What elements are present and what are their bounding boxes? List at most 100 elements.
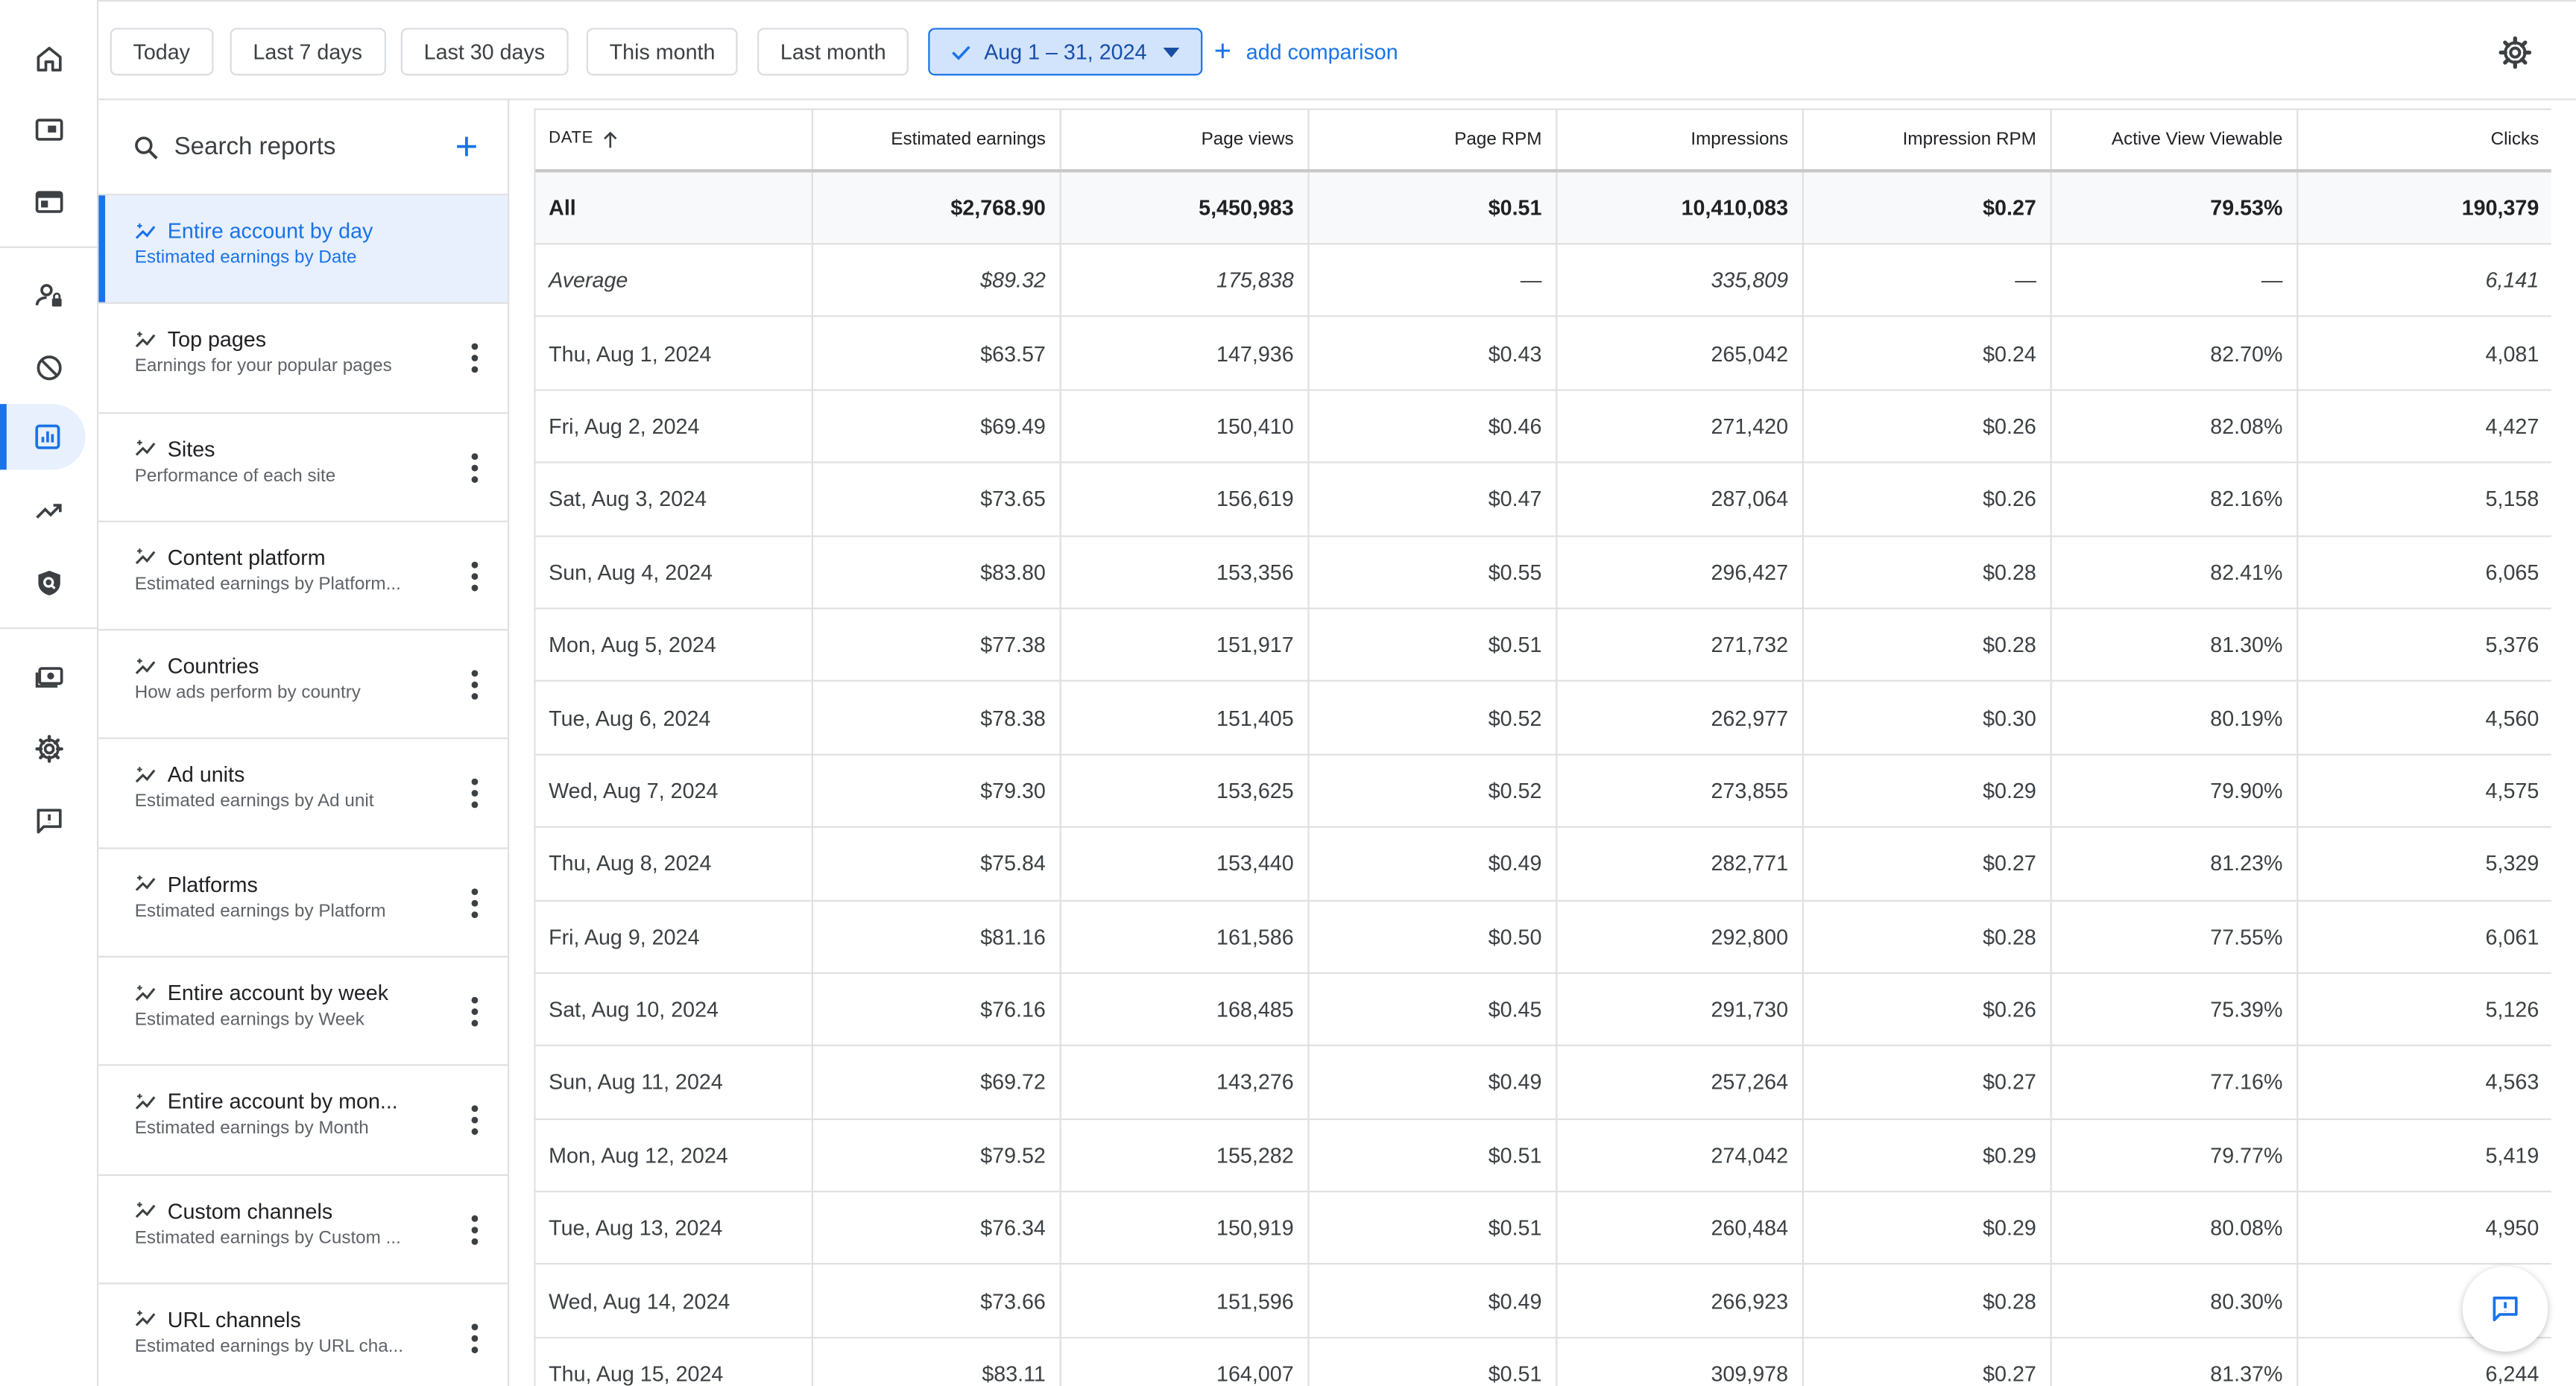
sparkle-chart-icon bbox=[135, 658, 156, 674]
table-cell: 4,563 bbox=[2296, 1045, 2551, 1120]
table-row: Wed, Aug 14, 2024 $73.66 151,596 $0.49 266,9… bbox=[535, 1265, 2551, 1338]
more-vert-icon[interactable] bbox=[471, 997, 479, 1027]
more-vert-icon[interactable] bbox=[471, 452, 479, 483]
more-vert-icon[interactable] bbox=[471, 1215, 479, 1244]
chip-last-7-days[interactable]: Last 7 days bbox=[230, 28, 385, 76]
sites-icon[interactable] bbox=[13, 169, 86, 235]
blocking-controls-icon[interactable] bbox=[13, 335, 86, 401]
optimization-icon[interactable] bbox=[13, 478, 86, 543]
table-cell: 190,379 bbox=[2296, 170, 2551, 245]
report-item[interactable]: Content platform Estimated earnings by Pl… bbox=[98, 522, 508, 631]
search-reports-row[interactable]: Search reports + bbox=[98, 100, 508, 196]
more-vert-icon[interactable] bbox=[471, 887, 479, 918]
privacy-messaging-icon[interactable] bbox=[13, 263, 86, 329]
sparkle-chart-icon bbox=[135, 1311, 156, 1327]
column-header[interactable]: Page views bbox=[1059, 108, 1309, 172]
add-report-plus-icon[interactable]: + bbox=[455, 124, 478, 170]
chip-today[interactable]: Today bbox=[110, 28, 213, 76]
report-item[interactable]: Top pages Earnings for your popular pages bbox=[98, 304, 508, 414]
more-vert-icon[interactable] bbox=[471, 561, 479, 592]
totals-row: All $2,768.90 5,450,983 $0.51 10,410,083 $0.2… bbox=[535, 170, 2551, 245]
date-range-dropdown[interactable]: Aug 1 – 31, 2024 bbox=[928, 28, 1203, 76]
more-vert-icon[interactable] bbox=[471, 1106, 479, 1136]
report-item[interactable]: URL channels Estimated earnings by URL ch… bbox=[98, 1284, 508, 1386]
table-cell: All bbox=[535, 170, 812, 245]
report-item[interactable]: Entire account by mon... Estimated earnin… bbox=[98, 1066, 508, 1176]
report-item[interactable]: Entire account by day Estimated earnings … bbox=[98, 195, 508, 305]
table-cell: Average bbox=[535, 244, 812, 318]
table-row: Wed, Aug 7, 2024 $79.30 153,625 $0.52 273,85… bbox=[535, 754, 2551, 829]
table-row: Tue, Aug 13, 2024 $76.34 150,919 $0.51 260,4… bbox=[535, 1192, 2551, 1266]
table-row: Fri, Aug 2, 2024 $69.49 150,410 $0.46 271,42… bbox=[535, 389, 2551, 463]
column-header[interactable]: Active View Viewable bbox=[2050, 108, 2298, 172]
more-vert-icon[interactable] bbox=[471, 344, 479, 373]
table-cell: 153,440 bbox=[1059, 826, 1309, 901]
table-cell: $0.50 bbox=[1307, 899, 1557, 974]
table-cell: $0.24 bbox=[1802, 317, 2051, 391]
check-icon bbox=[952, 45, 970, 60]
chip-last-month[interactable]: Last month bbox=[757, 28, 909, 76]
feedback-fab[interactable] bbox=[2462, 1266, 2548, 1352]
report-item[interactable]: Entire account by week Estimated earnings… bbox=[98, 958, 508, 1067]
table-cell: 147,936 bbox=[1059, 317, 1309, 391]
table-header-row: DATE Estimated earnings Page views Page RPM… bbox=[535, 108, 2551, 172]
chip-this-month[interactable]: This month bbox=[586, 28, 739, 76]
report-item[interactable]: Sites Performance of each site bbox=[98, 414, 508, 522]
report-item-title: Countries bbox=[167, 654, 259, 679]
more-vert-icon[interactable] bbox=[471, 779, 479, 809]
report-item[interactable]: Ad units Estimated earnings by Ad unit bbox=[98, 740, 508, 849]
column-header[interactable]: Impressions bbox=[1556, 108, 1803, 172]
table-cell: 5,126 bbox=[2296, 972, 2551, 1047]
table-row: Sat, Aug 10, 2024 $76.16 168,485 $0.45 291,7… bbox=[535, 972, 2551, 1047]
chip-last-30-days[interactable]: Last 30 days bbox=[400, 28, 568, 76]
settings-icon[interactable] bbox=[13, 716, 86, 782]
sparkle-chart-icon bbox=[135, 767, 156, 783]
ads-icon[interactable] bbox=[13, 97, 86, 162]
report-item-title-row: Entire account by day bbox=[135, 218, 508, 243]
report-item-title: Top pages bbox=[167, 327, 267, 352]
add-comparison-label: add comparison bbox=[1246, 39, 1398, 64]
report-item[interactable]: Custom channels Estimated earnings by Cus… bbox=[98, 1175, 508, 1285]
table-cell: 153,625 bbox=[1059, 754, 1309, 829]
table-cell: 5,376 bbox=[2296, 608, 2551, 683]
column-header-date[interactable]: DATE bbox=[535, 108, 812, 172]
more-vert-icon[interactable] bbox=[471, 1323, 479, 1354]
sort-ascending-arrow-icon bbox=[604, 130, 617, 148]
report-item[interactable]: Countries How ads perform by country bbox=[98, 631, 508, 740]
more-vert-icon[interactable] bbox=[471, 670, 479, 700]
report-item-subtitle: Estimated earnings by Week bbox=[134, 1010, 364, 1031]
table-cell: $0.43 bbox=[1307, 317, 1557, 391]
brand-safety-icon[interactable] bbox=[13, 550, 86, 616]
table-row: Thu, Aug 15, 2024 $83.11 164,007 $0.51 309,9… bbox=[535, 1337, 2551, 1386]
report-settings-gear-icon[interactable] bbox=[2497, 34, 2533, 70]
column-header[interactable]: Clicks bbox=[2296, 108, 2551, 172]
home-icon[interactable] bbox=[13, 26, 86, 92]
table-cell: 296,427 bbox=[1556, 535, 1803, 610]
table-cell: $0.55 bbox=[1307, 535, 1557, 610]
table-cell: $63.57 bbox=[811, 317, 1061, 391]
column-header[interactable]: Impression RPM bbox=[1802, 108, 2051, 172]
add-comparison-link[interactable]: + add comparison bbox=[1214, 28, 1398, 75]
column-header[interactable]: Estimated earnings bbox=[811, 108, 1061, 172]
report-item-title-row: Custom channels bbox=[135, 1198, 508, 1223]
table-cell: $0.29 bbox=[1802, 1192, 2051, 1266]
table-cell: 151,917 bbox=[1059, 608, 1309, 683]
table-cell: 77.16% bbox=[2050, 1045, 2298, 1120]
table-row: Sun, Aug 11, 2024 $69.72 143,276 $0.49 257,2… bbox=[535, 1045, 2551, 1120]
table-cell: 4,575 bbox=[2296, 754, 2551, 829]
table-cell: $0.52 bbox=[1307, 754, 1557, 829]
reports-icon[interactable] bbox=[0, 404, 86, 470]
table-cell: $73.65 bbox=[811, 462, 1061, 537]
payments-icon[interactable] bbox=[13, 644, 86, 709]
column-header-label: Estimated earnings bbox=[891, 129, 1046, 150]
table-cell: 282,771 bbox=[1556, 826, 1803, 901]
table-cell: $77.38 bbox=[811, 608, 1061, 683]
report-item[interactable]: Platforms Estimated earnings by Platform bbox=[98, 849, 508, 958]
table-cell: Wed, Aug 7, 2024 bbox=[535, 754, 812, 829]
search-reports-input[interactable]: Search reports bbox=[174, 133, 455, 161]
table-cell: 5,450,983 bbox=[1059, 170, 1309, 245]
report-item-subtitle: Earnings for your popular pages bbox=[134, 356, 392, 377]
table-cell: 143,276 bbox=[1059, 1045, 1309, 1120]
column-header[interactable]: Page RPM bbox=[1307, 108, 1557, 172]
feedback-icon[interactable] bbox=[13, 788, 86, 854]
